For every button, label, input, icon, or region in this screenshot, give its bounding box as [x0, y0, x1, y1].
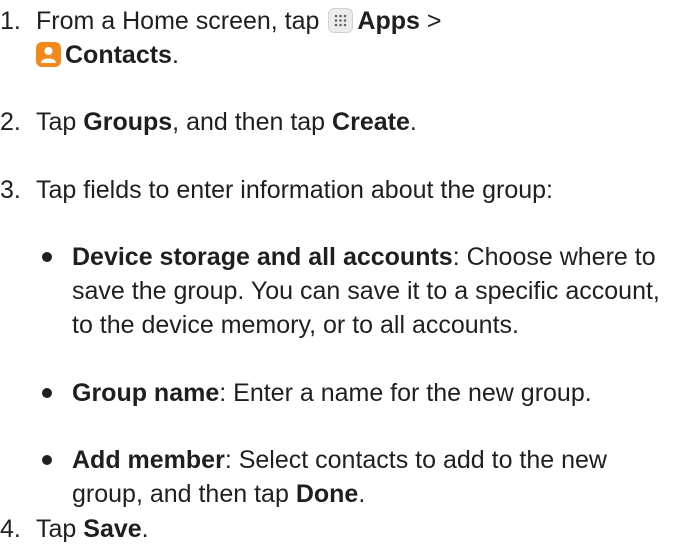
step-number: 1. [0, 7, 21, 35]
separator: > [426, 7, 442, 35]
step-2-mid: , and then tap [172, 108, 326, 136]
bullet-text: Add member: Select contacts to add to th… [72, 443, 672, 511]
bullet-desc: : Enter a name for the new group. [219, 379, 592, 407]
step-text: From a Home screen, tap Apps > Contacts. [36, 4, 672, 72]
step-number: 3. [0, 176, 21, 204]
punct: . [141, 515, 149, 543]
punct: . [409, 108, 417, 136]
save-label: Save [83, 515, 142, 543]
apps-grid-icon [328, 8, 354, 33]
contacts-label: Contacts [65, 41, 172, 69]
step-2-text: Tap [36, 108, 77, 136]
instructions: 1. From a Home screen, tap Apps > Contac… [0, 0, 675, 551]
bullet-dot [42, 388, 52, 398]
bullet-label: Add member [72, 446, 225, 474]
punct: . [171, 41, 179, 69]
bullet-dot [42, 252, 52, 262]
create-label: Create [332, 108, 410, 136]
contacts-person-icon [36, 42, 61, 67]
apps-label: Apps [357, 7, 420, 35]
step-text: Tap fields to enter information about th… [36, 176, 553, 204]
done-label: Done [295, 480, 359, 508]
step-text: Tap Save. [36, 512, 672, 546]
bullet-label: Device storage and all accounts [72, 243, 453, 271]
punct: . [358, 480, 366, 508]
bullet-text: Group name: Enter a name for the new gro… [72, 376, 672, 410]
step-1-text: From a Home screen, tap [36, 7, 320, 35]
bullet-label: Group name [72, 379, 220, 407]
bullet-text: Device storage and all accounts: Choose … [72, 240, 672, 342]
step-text: Tap Groups, and then tap Create. [36, 105, 672, 139]
step-number: 4. [0, 515, 21, 543]
step-number: 2. [0, 108, 21, 136]
bullet-dot [42, 455, 52, 465]
groups-label: Groups [83, 108, 173, 136]
step-4-text: Tap [36, 515, 77, 543]
